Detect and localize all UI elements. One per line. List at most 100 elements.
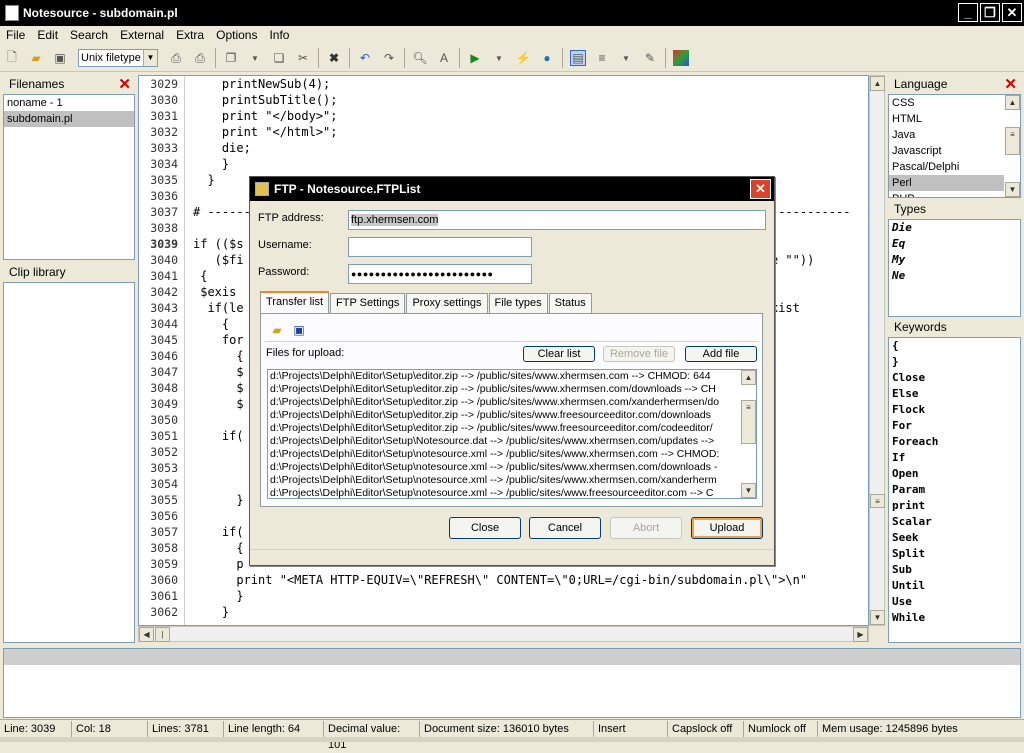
- save-icon[interactable]: ▣: [52, 50, 68, 66]
- code-line[interactable]: printNewSub(4);: [193, 76, 868, 92]
- keywords-list[interactable]: { } Close Else Flock For Foreach If Open…: [888, 337, 1021, 643]
- menu-edit[interactable]: Edit: [31, 28, 64, 42]
- scroll-up-icon[interactable]: ▲: [1005, 95, 1020, 110]
- color-picker-icon[interactable]: [673, 50, 689, 66]
- editor-horizontal-scrollbar[interactable]: ◀ | ▶: [138, 626, 869, 642]
- language-item[interactable]: CSS: [889, 95, 1020, 111]
- dropdown-arrow-icon[interactable]: ▼: [491, 50, 507, 66]
- close-window-button[interactable]: ✕: [1002, 3, 1022, 22]
- type-item[interactable]: My: [889, 252, 1020, 268]
- open-folder-icon[interactable]: ▰: [28, 50, 44, 66]
- keyword-item[interactable]: Seek: [889, 530, 1020, 546]
- tab-status[interactable]: Status: [548, 293, 592, 313]
- scroll-up-icon[interactable]: ▲: [870, 76, 885, 91]
- print-icon[interactable]: ⎙: [168, 50, 184, 66]
- keyword-item[interactable]: print: [889, 498, 1020, 514]
- language-item[interactable]: PHP: [889, 191, 1020, 197]
- upload-file-item[interactable]: d:\Projects\Delphi\Editor\Setup\editor.z…: [268, 409, 756, 422]
- language-item[interactable]: HTML: [889, 111, 1020, 127]
- keyword-item[interactable]: Foreach: [889, 434, 1020, 450]
- keyword-item[interactable]: Close: [889, 370, 1020, 386]
- upload-file-item[interactable]: d:\Projects\Delphi\Editor\Setup\editor.z…: [268, 396, 756, 409]
- hscroll-thumb[interactable]: |: [155, 627, 170, 642]
- upload-file-item[interactable]: d:\Projects\Delphi\Editor\Setup\editor.z…: [268, 383, 756, 396]
- remove-file-button[interactable]: Remove file: [603, 346, 675, 362]
- code-line[interactable]: }: [193, 156, 868, 172]
- upload-button[interactable]: Upload: [691, 517, 763, 539]
- language-item[interactable]: Javascript: [889, 143, 1020, 159]
- file-item[interactable]: noname - 1: [4, 95, 134, 111]
- keyword-item[interactable]: For: [889, 418, 1020, 434]
- password-input[interactable]: ●●●●●●●●●●●●●●●●●●●●●●●●: [348, 264, 532, 284]
- keyword-item[interactable]: Sub: [889, 562, 1020, 578]
- keyword-item[interactable]: Until: [889, 578, 1020, 594]
- delete-icon[interactable]: ✖: [326, 50, 342, 66]
- file-item-selected[interactable]: subdomain.pl: [4, 111, 134, 127]
- keyword-item[interactable]: Open: [889, 466, 1020, 482]
- align-icon[interactable]: ≡: [594, 50, 610, 66]
- cancel-button[interactable]: Cancel: [529, 517, 601, 539]
- print-preview-icon[interactable]: ⎙: [192, 50, 208, 66]
- tab-proxy-settings[interactable]: Proxy settings: [406, 293, 488, 313]
- language-item-selected[interactable]: Perl: [889, 175, 1004, 191]
- ftp-icon[interactable]: ⚡: [515, 50, 531, 66]
- close-panel-icon[interactable]: ✕: [1004, 75, 1017, 93]
- copy-icon[interactable]: ❐: [223, 50, 239, 66]
- dropdown-arrow-icon[interactable]: ▼: [247, 50, 263, 66]
- menu-file[interactable]: File: [0, 28, 31, 42]
- filenames-list[interactable]: noname - 1 subdomain.pl: [3, 94, 135, 260]
- language-item[interactable]: Java: [889, 127, 1020, 143]
- filetype-select[interactable]: Unix filetype ▼: [78, 49, 158, 67]
- menu-info[interactable]: Info: [263, 28, 295, 42]
- find-icon[interactable]: 🔍︎: [412, 50, 428, 66]
- add-file-button[interactable]: Add file: [685, 346, 757, 362]
- dialog-close-icon[interactable]: ✕: [750, 179, 771, 199]
- upload-file-item[interactable]: d:\Projects\Delphi\Editor\Setup\notesour…: [268, 461, 756, 474]
- keyword-item[interactable]: While: [889, 610, 1020, 626]
- keyword-item[interactable]: Else: [889, 386, 1020, 402]
- types-list[interactable]: Die Eq My Ne: [888, 219, 1021, 317]
- files-for-upload-list[interactable]: d:\Projects\Delphi\Editor\Setup\editor.z…: [267, 369, 757, 499]
- scroll-right-icon[interactable]: ▶: [853, 627, 868, 642]
- tab-ftp-settings[interactable]: FTP Settings: [330, 293, 406, 313]
- code-line[interactable]: printSubTitle();: [193, 92, 868, 108]
- menu-extra[interactable]: Extra: [170, 28, 210, 42]
- language-item[interactable]: Pascal/Delphi: [889, 159, 1020, 175]
- scroll-thumb[interactable]: ≡: [870, 494, 885, 508]
- clip-library-list[interactable]: [3, 282, 135, 643]
- close-button[interactable]: Close: [449, 517, 521, 539]
- tab-transfer-list[interactable]: Transfer list: [260, 291, 330, 313]
- scroll-down-icon[interactable]: ▼: [741, 483, 756, 498]
- scroll-left-icon[interactable]: ◀: [139, 627, 154, 642]
- minimize-button[interactable]: _: [958, 3, 978, 22]
- menu-options[interactable]: Options: [210, 28, 263, 42]
- upload-file-item[interactable]: d:\Projects\Delphi\Editor\Setup\notesour…: [268, 474, 756, 487]
- editor-vertical-scrollbar[interactable]: ▲ ≡ ▼: [869, 75, 885, 626]
- type-item[interactable]: Die: [889, 220, 1020, 236]
- paste-icon[interactable]: ❏: [271, 50, 287, 66]
- scroll-thumb[interactable]: ≡: [1005, 127, 1020, 155]
- upload-file-item[interactable]: d:\Projects\Delphi\Editor\Setup\notesour…: [268, 487, 756, 498]
- keyword-item[interactable]: Scalar: [889, 514, 1020, 530]
- language-list[interactable]: CSS HTML Java Javascript Pascal/Delphi P…: [888, 94, 1021, 198]
- close-panel-icon[interactable]: ✕: [118, 75, 131, 93]
- panels-toggle-icon[interactable]: ▤: [570, 50, 586, 66]
- keyword-item[interactable]: }: [889, 354, 1020, 370]
- maximize-button[interactable]: ❐: [980, 3, 1000, 22]
- code-line[interactable]: print "</html>";: [193, 124, 868, 140]
- username-input[interactable]: [348, 237, 532, 257]
- keyword-item[interactable]: If: [889, 450, 1020, 466]
- ftp-address-input[interactable]: ftp.xhermsen.com: [348, 210, 766, 230]
- tools-icon[interactable]: ✎: [642, 50, 658, 66]
- keyword-item[interactable]: Split: [889, 546, 1020, 562]
- run-icon[interactable]: ▶: [467, 50, 483, 66]
- open-folder-icon[interactable]: ▰: [269, 322, 285, 338]
- globe-icon[interactable]: ●: [539, 50, 555, 66]
- menu-external[interactable]: External: [114, 28, 170, 42]
- keyword-item[interactable]: {: [889, 338, 1020, 354]
- keyword-item[interactable]: Flock: [889, 402, 1020, 418]
- cut-icon[interactable]: ✂: [295, 50, 311, 66]
- code-line[interactable]: print "<META HTTP-EQUIV=\"REFRESH\" CONT…: [193, 572, 868, 588]
- upload-file-item[interactable]: d:\Projects\Delphi\Editor\Setup\Notesour…: [268, 435, 756, 448]
- upload-file-item[interactable]: d:\Projects\Delphi\Editor\Setup\editor.z…: [268, 370, 756, 383]
